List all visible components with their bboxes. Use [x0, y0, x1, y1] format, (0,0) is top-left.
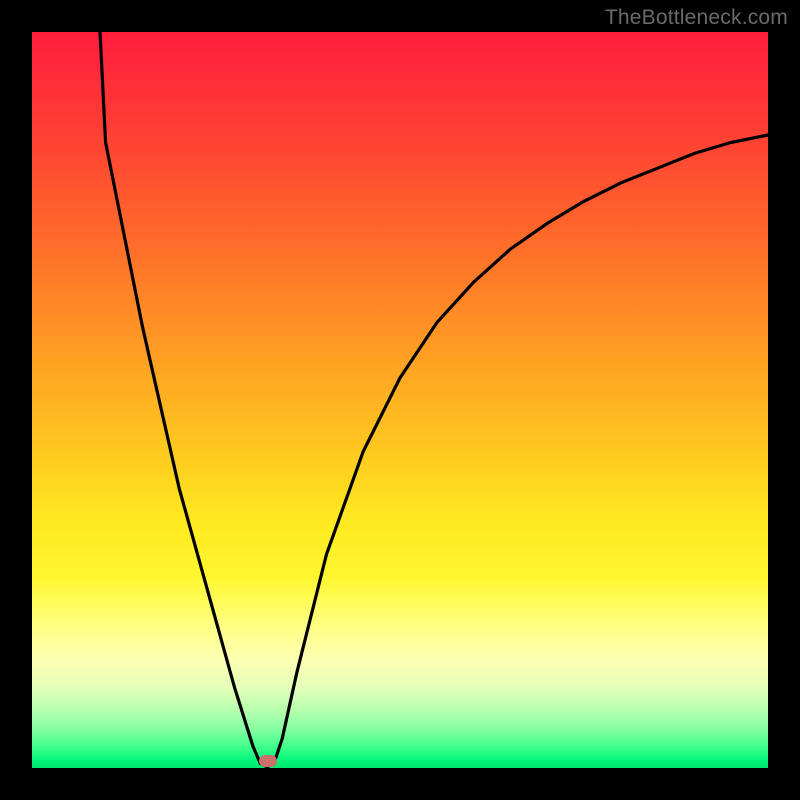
chart-frame: TheBottleneck.com — [0, 0, 800, 800]
minimum-marker — [259, 755, 277, 767]
watermark-text: TheBottleneck.com — [605, 6, 788, 30]
curve-path — [100, 32, 768, 767]
plot-area — [32, 32, 768, 768]
bottleneck-curve — [32, 32, 768, 768]
